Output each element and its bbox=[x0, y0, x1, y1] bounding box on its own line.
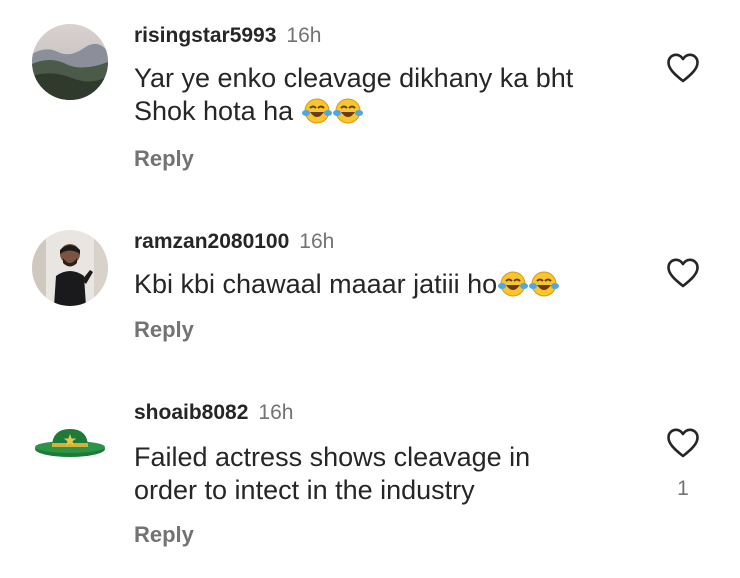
comment-item: ramzan2080100 16h Kbi kbi chawaal maaar j… bbox=[0, 230, 740, 350]
heart-outline-icon[interactable] bbox=[666, 427, 700, 459]
like-count: 1 bbox=[677, 477, 689, 500]
comment-text: Yar ye enko cleavage dikhany ka bht Shok… bbox=[134, 62, 634, 128]
comment-username[interactable]: risingstar5993 bbox=[134, 24, 276, 47]
face-with-tears-of-joy-icon bbox=[498, 271, 529, 297]
comment-text: Failed actress shows cleavage in order t… bbox=[134, 441, 634, 507]
comment-username[interactable]: shoaib8082 bbox=[134, 401, 248, 424]
heart-outline-icon[interactable] bbox=[666, 52, 700, 84]
heart-outline-icon[interactable] bbox=[666, 257, 700, 289]
face-with-tears-of-joy-icon bbox=[301, 98, 332, 124]
comment-meta: risingstar5993 16h bbox=[134, 24, 321, 54]
avatar-hat-image bbox=[32, 403, 108, 479]
comment-timestamp: 16h bbox=[286, 24, 322, 47]
comment-username[interactable]: ramzan2080100 bbox=[134, 230, 289, 253]
comment-meta: ramzan2080100 16h bbox=[134, 230, 334, 260]
comment-item: shoaib8082 16h Failed actress shows cleav… bbox=[0, 401, 740, 561]
comment-text-line: order to intect in the industry bbox=[134, 475, 475, 505]
comment-text-line: Yar ye enko cleavage dikhany ka bht bbox=[134, 63, 574, 93]
comment-timestamp: 16h bbox=[299, 230, 335, 253]
reply-button[interactable]: Reply bbox=[134, 317, 194, 343]
avatar-man-image bbox=[32, 230, 108, 306]
avatar[interactable] bbox=[32, 24, 108, 100]
reply-button[interactable]: Reply bbox=[134, 146, 194, 172]
avatar-landscape-image bbox=[32, 24, 108, 100]
comment-text-line: Failed actress shows cleavage in bbox=[134, 442, 531, 472]
avatar[interactable] bbox=[32, 230, 108, 306]
avatar[interactable] bbox=[32, 403, 108, 479]
comment-text: Kbi kbi chawaal maaar jatiii ho bbox=[134, 268, 634, 301]
comment-meta: shoaib8082 16h bbox=[134, 401, 293, 431]
comment-text-line: Shok hota ha bbox=[134, 96, 294, 126]
comment-item: risingstar5993 16h Yar ye enko cleavage d… bbox=[0, 24, 740, 174]
face-with-tears-of-joy-icon bbox=[332, 98, 363, 124]
comment-timestamp: 16h bbox=[258, 401, 294, 424]
face-with-tears-of-joy-icon bbox=[529, 271, 560, 297]
reply-button[interactable]: Reply bbox=[134, 522, 194, 548]
comment-text-line: Kbi kbi chawaal maaar jatiii ho bbox=[134, 269, 498, 299]
